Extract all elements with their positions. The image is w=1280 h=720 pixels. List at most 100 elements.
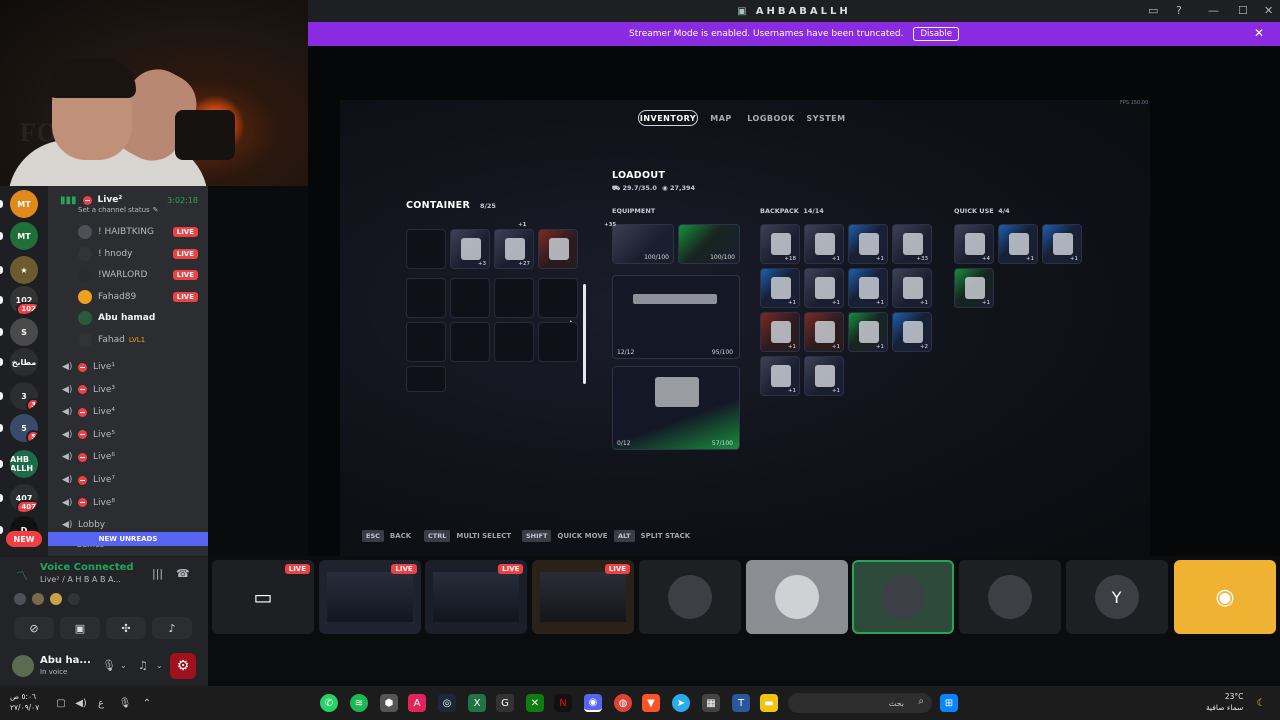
container-slot[interactable] — [494, 322, 534, 362]
user-name[interactable]: Abu ha... — [40, 655, 91, 666]
minimize-icon[interactable]: — — [1208, 4, 1219, 17]
backpack-slot[interactable]: +1 — [848, 312, 888, 352]
container-slot[interactable] — [406, 278, 446, 318]
notification-icon[interactable]: ▢ — [52, 694, 70, 712]
backpack-slot[interactable]: +1 — [804, 356, 844, 396]
stream-tile[interactable]: Y — [1065, 560, 1168, 634]
voice-user-row[interactable]: Fahad89 LIVE — [48, 287, 208, 307]
disconnect-icon[interactable]: ☎ — [176, 567, 190, 580]
server-icon[interactable]: MT — [10, 222, 38, 250]
hint-back[interactable]: ESC BACK — [362, 530, 411, 542]
container-slot[interactable] — [494, 278, 534, 318]
secondary-weapon-slot[interactable]: 0/12 57/100 — [612, 366, 740, 450]
volume-icon[interactable]: ◀) — [72, 694, 90, 712]
backpack-slot[interactable]: +1 — [848, 268, 888, 308]
whatsapp-icon[interactable]: ✆ — [320, 694, 338, 712]
backpack-slot[interactable]: +18 — [760, 224, 800, 264]
folder-icon[interactable]: ▬ — [760, 694, 778, 712]
avatar[interactable] — [78, 246, 92, 261]
tab-system[interactable]: SYSTEM — [806, 110, 846, 126]
voice-channel-item[interactable]: ◀) Live⁷ — [48, 470, 208, 490]
mic-tray-icon[interactable]: 🎙︎ — [116, 694, 134, 712]
user-avatar[interactable] — [12, 655, 34, 677]
help-icon[interactable]: ? — [1176, 4, 1182, 17]
teams-icon[interactable]: T — [732, 694, 750, 712]
store-icon[interactable]: ▦ — [702, 694, 720, 712]
container-slot[interactable] — [450, 322, 490, 362]
voice-channel-item[interactable]: ◀) Live³ — [48, 380, 208, 400]
screen-share-button[interactable]: ▣ — [60, 617, 100, 639]
server-icon[interactable]: ★ — [10, 256, 38, 284]
voice-user-row[interactable]: Fahad LVL1 — [48, 330, 208, 350]
container-slot[interactable] — [406, 366, 446, 392]
weather-widget[interactable]: 23°C سماء صافية — [1206, 691, 1243, 713]
chrome-icon[interactable]: ◍ — [614, 694, 632, 712]
container-slot[interactable] — [538, 229, 578, 269]
channel-status-row[interactable]: Set a channel status ✎ — [48, 204, 208, 216]
taskbar-search[interactable]: بحث ⌕ — [788, 693, 932, 713]
backpack-slot[interactable]: +33 — [892, 224, 932, 264]
backpack-slot[interactable]: +1 — [760, 268, 800, 308]
voice-channel-item[interactable]: ◀) Live¹ — [48, 357, 208, 377]
camera-off-button[interactable]: ⊘ — [14, 617, 54, 639]
telegram-icon[interactable]: ➤ — [672, 694, 690, 712]
backpack-slot[interactable]: +1 — [848, 224, 888, 264]
backpack-slot[interactable]: +1 — [804, 268, 844, 308]
soundboard-button[interactable]: ♪ — [152, 617, 192, 639]
close-icon[interactable]: ✕ — [1264, 4, 1273, 17]
app-a-icon[interactable]: A — [408, 694, 426, 712]
quick-use-slot[interactable]: +1 — [998, 224, 1038, 264]
avatar[interactable] — [78, 268, 92, 282]
hint-split-stack[interactable]: ALT SPLIT STACK — [614, 530, 690, 542]
app-cube-icon[interactable]: ⬢ — [380, 694, 398, 712]
voice-user-row[interactable]: ! HAIBTKING LIVE — [48, 222, 208, 242]
shield-slot[interactable]: 100/100 — [678, 224, 740, 264]
participant-avatar[interactable] — [68, 593, 80, 605]
excel-icon[interactable]: X — [468, 694, 486, 712]
container-slot[interactable] — [538, 322, 578, 362]
server-icon[interactable]: MT — [10, 190, 38, 218]
quick-use-slot[interactable]: +4 — [954, 224, 994, 264]
disable-streamer-button[interactable]: Disable — [913, 27, 960, 41]
new-unreads-bar[interactable]: NEW UNREADS — [48, 532, 208, 546]
xbox-icon[interactable]: ✕ — [526, 694, 544, 712]
server-icon[interactable]: 33 — [10, 382, 38, 410]
signal-icon[interactable]: 〽 — [16, 567, 30, 583]
chevron-up-icon[interactable]: ⌃ — [138, 694, 156, 712]
avatar[interactable] — [78, 225, 92, 239]
voice-channel-item[interactable]: ◀) Live⁶ — [48, 447, 208, 467]
container-scrollbar[interactable] — [583, 284, 586, 384]
primary-weapon-slot[interactable]: 12/12 95/100 — [612, 275, 740, 359]
banner-close-icon[interactable]: ✕ — [1254, 26, 1264, 40]
stream-tile[interactable]: LIVE — [425, 560, 528, 634]
augment-slot[interactable]: 100/100 — [612, 224, 674, 264]
server-icon[interactable]: 55 — [10, 414, 38, 442]
clock[interactable]: ٥:٠٦ ص ٢٧/٠٩/٠٧ — [10, 691, 39, 713]
participant-avatar[interactable] — [32, 593, 44, 605]
quick-use-slot[interactable]: +1 — [954, 268, 994, 308]
server-icon[interactable]: AHB ALLH — [10, 450, 38, 478]
container-slot[interactable] — [538, 278, 578, 318]
server-icon[interactable]: S — [10, 318, 38, 346]
app-g-icon[interactable]: G — [496, 694, 514, 712]
server-icon[interactable]: 407 407 — [10, 484, 38, 512]
steam-icon[interactable]: ◎ — [438, 694, 456, 712]
headphones-icon[interactable]: ♫ — [138, 659, 148, 672]
container-slot[interactable] — [450, 278, 490, 318]
stream-tile[interactable]: LIVE — [318, 560, 421, 634]
backpack-slot[interactable]: +1 — [760, 356, 800, 396]
new-pill[interactable]: NEW — [6, 531, 42, 547]
server-icon[interactable]: مطابخ — [10, 348, 38, 376]
hint-quick-move[interactable]: SHIFT QUICK MOVE — [522, 530, 608, 542]
stream-tile[interactable] — [852, 560, 955, 634]
voice-user-row[interactable]: Abu hamad — [48, 308, 208, 328]
spotify-icon[interactable]: ≋ — [350, 694, 368, 712]
container-slot[interactable] — [406, 322, 446, 362]
chevron-down-icon[interactable]: ⌄ — [156, 661, 163, 670]
container-slot[interactable]: +27 — [494, 229, 534, 269]
backpack-slot[interactable]: +1 — [760, 312, 800, 352]
chevron-down-icon[interactable]: ⌄ — [120, 661, 127, 670]
windows-start-icon[interactable]: ⊞ — [940, 694, 958, 712]
backpack-slot[interactable]: +1 — [892, 268, 932, 308]
voice-user-row[interactable]: !WARLORD LIVE — [48, 265, 208, 285]
